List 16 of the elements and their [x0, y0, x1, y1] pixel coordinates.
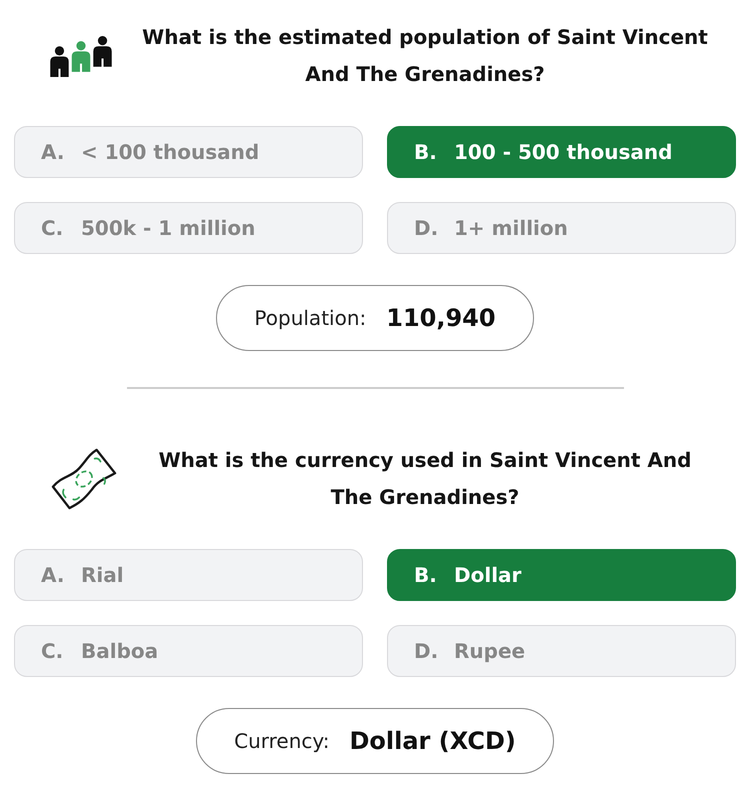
result-label: Currency:	[234, 729, 330, 753]
banknote-icon	[50, 447, 118, 511]
question-text: What is the currency used in Saint Vincent And The Grenadines?	[158, 447, 692, 511]
result-value: 110,940	[386, 304, 496, 332]
answer-option[interactable]: C. 500k - 1 million	[14, 202, 363, 254]
result-label: Population:	[254, 306, 366, 330]
answer-option[interactable]: B. 100 - 500 thousand	[387, 126, 736, 178]
result-value: Dollar (XCD)	[350, 727, 516, 755]
answer-option[interactable]: D. 1+ million	[387, 202, 736, 254]
answer-option[interactable]: A. < 100 thousand	[14, 126, 363, 178]
answer-option[interactable]: C. Balboa	[14, 625, 363, 677]
answer-option[interactable]: B. Dollar	[387, 549, 736, 601]
answer-option[interactable]: D. Rupee	[387, 625, 736, 677]
answer-option[interactable]: A. Rial	[14, 549, 363, 601]
people-icon	[50, 36, 112, 76]
question-text: What is the estimated population of Saint Vincent And The Grenadines?	[141, 24, 709, 88]
